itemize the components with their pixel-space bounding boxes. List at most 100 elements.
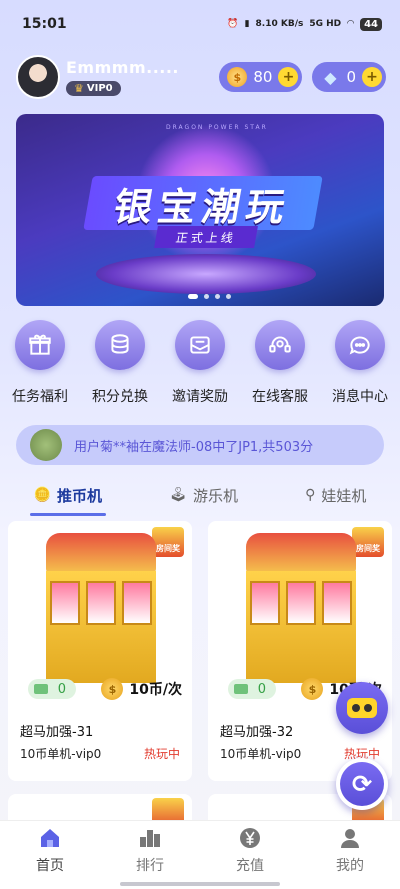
vip-badge[interactable]: ♛ VIP0 [66,81,121,96]
tab-label: 娃娃机 [321,486,367,505]
coin-icon: 🪙 [33,487,52,503]
machine-card[interactable]: 房间奖 0 $ 10币/次 超马加强-31 10币单机-vip0 热玩中 [8,521,192,781]
crown-icon: ♛ [74,82,84,95]
tab-claw-machine[interactable]: ⚲ 娃娃机 [301,476,370,514]
gesture-bar[interactable] [120,882,280,886]
nav-label: 排行 [136,858,164,874]
cash-icon [234,684,248,694]
nav-profile[interactable]: 我的 [310,827,390,875]
chat-icon [335,320,385,370]
alarm-icon: ⏰ [227,19,239,29]
price-label: 10币/次 [129,682,182,698]
banner-pagination [188,294,231,299]
gift-icon [15,320,65,370]
nav-ranking[interactable]: 排行 [110,827,190,875]
machine-mode: 10币单机-vip0 [220,747,302,761]
feature-invite-rewards[interactable]: 邀请奖励 [160,320,240,406]
status-icons: ⏰ ▮ 8.10 KB/s 5G HD ◠ 44 [227,17,382,31]
gold-coin-icon: $ [101,678,124,700]
network-speed: 8.10 KB/s [255,19,304,29]
tab-coin-pusher[interactable]: 🪙 推币机 [29,476,107,516]
vip-label: VIP0 [86,83,113,94]
credit-chip: 0 [28,679,76,699]
feature-message-center[interactable]: 消息中心 [320,320,400,406]
credit-value: 0 [57,681,66,697]
user-info: Emmmm..... ♛ VIP0 [66,58,179,96]
banner-tagline: DRAGON POWER STAR [166,124,268,131]
claw-icon: ⚲ [305,487,316,503]
banner-subtitle: 正式上线 [154,226,258,248]
coin-stack-icon [95,320,145,370]
status-bar: 15:01 ⏰ ▮ 8.10 KB/s 5G HD ◠ 44 [0,0,400,48]
machine-price-row: 0 $ 10币/次 [8,677,192,701]
machine-status: 热玩中 [143,747,180,761]
machine-price: $ 10币/次 [101,678,182,700]
room-prize-badge: 房间奖 [152,527,184,557]
pagination-dot[interactable] [188,294,198,299]
feature-online-support[interactable]: 在线客服 [240,320,320,406]
status-time: 15:01 [22,16,67,32]
machine-image [46,533,156,683]
pagination-dot[interactable] [226,294,231,299]
feature-points-exchange[interactable]: 积分兑换 [80,320,160,406]
marquee-text: 用户菊**袖在魔法师-08中了JP1,共503分 [74,439,314,455]
coin-balance-pill[interactable]: $ 80 + [219,62,303,92]
feature-task-rewards[interactable]: 任务福利 [0,320,80,406]
cash-icon [34,684,48,694]
promo-banner[interactable]: DRAGON POWER STAR 银宝潮玩 正式上线 [16,114,384,306]
bottom-nav: 首页 排行 充值 我的 [0,820,400,889]
diamond-icon: ◆ [324,67,337,87]
nav-home[interactable]: 首页 [10,827,90,875]
add-diamonds-button[interactable]: + [362,67,382,87]
add-coins-button[interactable]: + [278,67,299,87]
envelope-icon [175,320,225,370]
refresh-button[interactable]: ⟳ [336,758,388,810]
feature-label: 在线客服 [252,389,308,405]
tab-label: 游乐机 [192,486,238,505]
yen-icon [240,828,260,848]
home-icon [41,829,59,847]
room-prize-badge: 房间奖 [352,527,384,557]
vr-headset-icon [347,698,377,718]
machine-name: 超马加强-32 [220,725,294,740]
battery-indicator: 44 [360,17,382,31]
network-type: 5G HD [309,19,342,29]
gold-coin-icon: $ [301,678,324,700]
diamond-balance: 0 [346,68,356,86]
tab-arcade[interactable]: 🕹 游乐机 [165,476,242,514]
vr-view-button[interactable] [336,682,388,734]
banner-title: 银宝潮玩 [83,176,323,230]
machine-name: 超马加强-31 [20,725,94,740]
banner-stage [96,254,316,294]
pagination-dot[interactable] [215,294,220,299]
coin-balance: 80 [253,68,273,86]
credit-value: 0 [257,681,266,697]
ranking-icon [140,830,160,847]
avatar[interactable] [16,55,60,99]
category-tabs: 🪙 推币机 🕹 游乐机 ⚲ 娃娃机 [0,476,400,516]
machine-mode: 10币单机-vip0 [20,747,102,761]
feature-label: 消息中心 [332,389,388,405]
winner-marquee[interactable]: 用户菊**袖在魔法师-08中了JP1,共503分 [16,425,384,465]
pagination-dot[interactable] [204,294,209,299]
nav-recharge[interactable]: 充值 [210,827,290,875]
machine-image [246,533,356,683]
diamond-balance-pill[interactable]: ◆ 0 + [312,62,386,92]
username: Emmmm..... [66,58,180,77]
headset-icon [255,320,305,370]
nav-label: 充值 [236,858,264,874]
wallet: $ 80 + ◆ 0 + [219,62,386,92]
machine-card[interactable]: 房间奖 0 $ 10币/次 超马加强-32 10币单机-vip0 热玩中 [208,521,392,781]
joystick-icon: 🕹 [169,487,187,503]
coin-icon: $ [227,67,248,87]
vibrate-icon: ▮ [244,19,250,29]
feature-label: 邀请奖励 [172,389,228,405]
credit-chip: 0 [228,679,276,699]
profile-icon [341,829,359,848]
tab-label: 推币机 [57,486,103,505]
feature-label: 积分兑换 [92,389,148,405]
winner-avatar [30,429,62,461]
nav-label: 我的 [336,858,364,874]
nav-label: 首页 [36,858,64,874]
wifi-icon: ◠ [347,19,355,29]
